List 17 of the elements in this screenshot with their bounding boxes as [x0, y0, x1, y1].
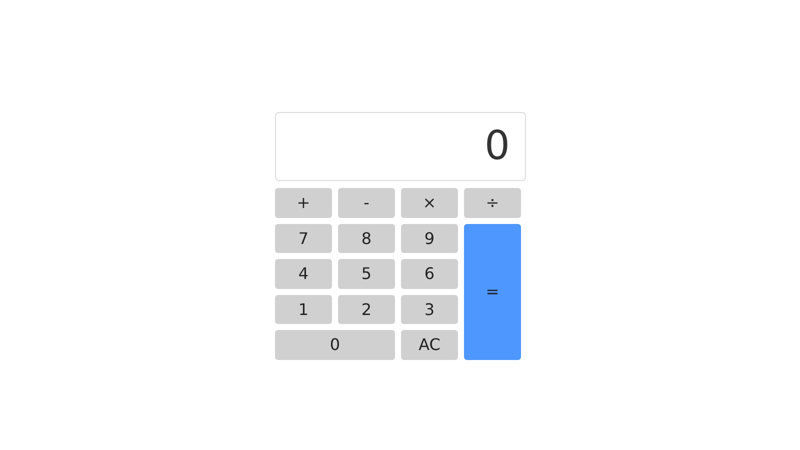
digit-key[interactable]: 6 [401, 259, 458, 288]
digit-key[interactable]: 0 [275, 330, 395, 360]
clear-key[interactable]: AC [401, 330, 458, 360]
digit-key[interactable]: 4 [275, 259, 332, 288]
digit-key[interactable]: 3 [401, 294, 458, 324]
operator-key[interactable]: - [338, 188, 395, 218]
operator-key[interactable]: ÷ [464, 188, 521, 218]
digit-key[interactable]: 8 [338, 224, 395, 253]
operator-key[interactable]: + [275, 188, 332, 218]
operator-key[interactable]: × [401, 188, 458, 218]
digit-key[interactable]: 1 [275, 294, 332, 324]
display-readout: 0 [275, 112, 526, 181]
digit-key[interactable]: 9 [401, 224, 458, 253]
equals-key[interactable]: = [464, 224, 521, 360]
digit-key[interactable]: 2 [338, 294, 395, 324]
digit-key[interactable]: 7 [275, 224, 332, 253]
digit-key[interactable]: 5 [338, 259, 395, 288]
